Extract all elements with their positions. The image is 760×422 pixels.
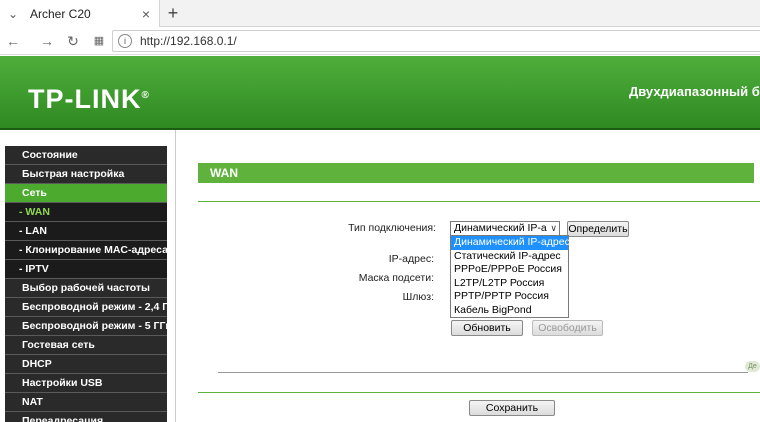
- sidebar-item[interactable]: Быстрая настройка: [5, 165, 167, 184]
- tp-link-logo: TP-LINK®: [28, 84, 150, 115]
- dropdown-option[interactable]: L2TP/L2TP Россия: [451, 277, 568, 291]
- close-tab-icon[interactable]: ×: [139, 6, 153, 22]
- sidebar-item[interactable]: Сеть: [5, 184, 167, 203]
- sidebar-menu: Состояние Быстрая настройка Сеть - WAN - LAN…: [5, 146, 167, 422]
- section-title: WAN: [198, 163, 754, 183]
- sidebar-item[interactable]: Настройки USB: [5, 374, 167, 393]
- sidebar-item[interactable]: Беспроводной режим - 5 ГГц: [5, 317, 167, 336]
- ip-address-label: IP-адрес:: [388, 253, 434, 265]
- info-icon[interactable]: i: [118, 34, 132, 48]
- renew-button[interactable]: Обновить: [451, 320, 523, 336]
- sidebar-item[interactable]: Выбор рабочей частоты: [5, 279, 167, 298]
- dropdown-option[interactable]: Статический IP-адрес: [451, 250, 568, 264]
- connection-type-dropdown-list[interactable]: Динамический IP-адрес Статический IP-адре…: [450, 235, 570, 318]
- logo-text: TP-LINK: [28, 84, 142, 114]
- sidebar-item[interactable]: - LAN: [5, 222, 167, 241]
- sidebar-item[interactable]: Беспроводной режим - 2,4 ГГц: [5, 298, 167, 317]
- new-tab-button[interactable]: +: [164, 3, 182, 23]
- sidebar-item[interactable]: - WAN: [5, 203, 167, 222]
- dropdown-option[interactable]: Динамический IP-адрес: [451, 236, 570, 250]
- back-arrow-icon[interactable]: ←: [4, 32, 22, 50]
- save-button[interactable]: Сохранить: [469, 400, 555, 416]
- dropdown-option[interactable]: PPPoE/PPPoE Россия: [451, 263, 568, 277]
- footer-divider: [198, 392, 760, 393]
- reload-icon[interactable]: ↻: [64, 32, 82, 50]
- sidebar-item[interactable]: - Клонирование MAC-адреса: [5, 241, 167, 260]
- connection-type-value: Динамический IP-а: [454, 222, 547, 234]
- sidebar-item[interactable]: NAT: [5, 393, 167, 412]
- detect-button[interactable]: Определить: [567, 221, 629, 237]
- logo-registered-mark: ®: [141, 90, 150, 101]
- sidebar-item[interactable]: Гостевая сеть: [5, 336, 167, 355]
- router-favicon-icon: ⌄: [8, 7, 19, 21]
- sidebar-item[interactable]: - IPTV: [5, 260, 167, 279]
- browser-tab[interactable]: ⌄ Archer C20 ×: [0, 0, 160, 28]
- dropdown-option[interactable]: Кабель BigPond: [451, 304, 568, 318]
- sidebar-item[interactable]: DHCP: [5, 355, 167, 374]
- sidebar-item[interactable]: Состояние: [5, 146, 167, 165]
- tab-title: Archer C20: [30, 7, 91, 21]
- release-button[interactable]: Освободить: [532, 320, 603, 336]
- dropdown-option[interactable]: PPTP/PPTP Россия: [451, 290, 568, 304]
- content-divider: [218, 372, 748, 373]
- browser-tab-bar: ⌄ Archer C20 × +: [0, 0, 760, 28]
- address-bar[interactable]: i http://192.168.0.1/: [112, 30, 760, 52]
- apps-grid-icon[interactable]: ▦: [90, 32, 108, 50]
- gateway-label: Шлюз:: [402, 291, 434, 303]
- connection-type-select[interactable]: Динамический IP-а ∨: [450, 221, 560, 236]
- url-text: http://192.168.0.1/: [140, 34, 237, 48]
- scroll-hint-badge[interactable]: Де: [745, 361, 760, 372]
- section-divider: [198, 201, 760, 202]
- chevron-down-icon: ∨: [550, 223, 557, 233]
- model-description: Двухдиапазонный бе: [629, 84, 760, 99]
- subnet-mask-label: Маска подсети:: [358, 272, 434, 284]
- sidebar-item[interactable]: Переадресация: [5, 412, 167, 422]
- browser-toolbar: ← → ↻ ▦ i http://192.168.0.1/: [0, 27, 760, 55]
- connection-type-label: Тип подключения:: [348, 222, 436, 234]
- forward-arrow-icon[interactable]: →: [38, 32, 56, 50]
